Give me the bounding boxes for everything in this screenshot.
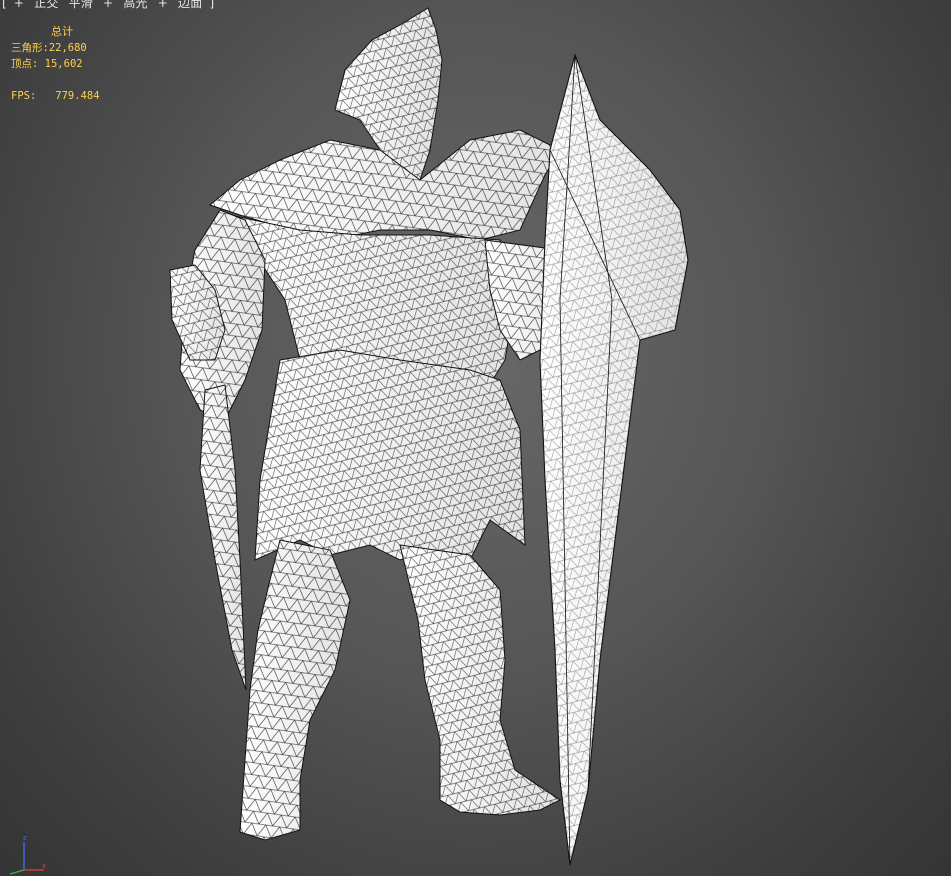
axis-gizmo-icon: z x [9, 834, 46, 875]
gizmo-x-label: x [42, 862, 46, 870]
armored-warrior-wireframe-mesh[interactable] [0, 0, 951, 876]
mesh-body [169, 7, 689, 866]
gizmo-z-label: z [23, 834, 27, 842]
3d-viewport[interactable]: [ + 正交 平滑 + 高光 + 边面 ] 总计 三角形:22,680 顶点: … [0, 0, 951, 876]
